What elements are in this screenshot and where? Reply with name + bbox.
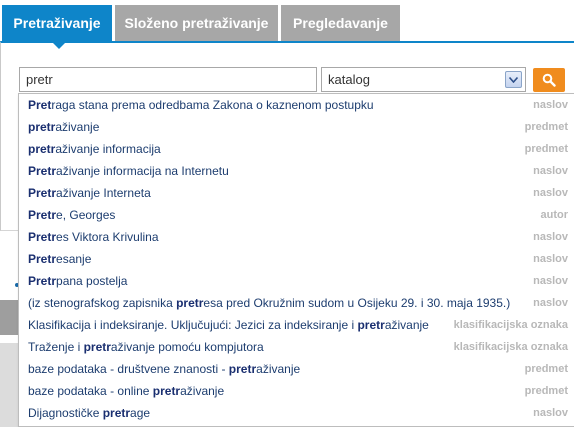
suggestion-text: (iz stenografskog zapisnika pretresa pre… xyxy=(28,296,510,310)
suggestion-suffix: aživanje informacija na Internetu xyxy=(56,164,229,178)
suggestion-match: Pretr xyxy=(28,186,57,200)
suggestion-prefix: Dijagnostičke xyxy=(28,406,103,420)
suggestion-text: Pretres Viktora Krivulina xyxy=(28,230,159,244)
background-thumbnail xyxy=(0,343,18,427)
suggestion-type: naslov xyxy=(531,94,568,116)
suggestion-suffix: age xyxy=(130,406,151,420)
suggestion-item[interactable]: baze podataka - društvene znanosti - pre… xyxy=(19,358,574,380)
suggestion-suffix: pana postelja xyxy=(56,274,128,288)
suggestion-type: autor xyxy=(538,204,568,226)
suggestion-type: naslov xyxy=(531,226,568,248)
suggestion-item[interactable]: Pretres Viktora Krivulina naslov xyxy=(19,226,574,248)
suggestion-type: naslov xyxy=(531,182,568,204)
suggestion-item[interactable]: Traženje i pretraživanje pomoću kompjuto… xyxy=(19,336,574,358)
suggestion-type: naslov xyxy=(531,402,568,424)
suggestion-text: baze podataka - društvene znanosti - pre… xyxy=(28,362,300,376)
suggestion-match: Pretr xyxy=(28,230,57,244)
suggestion-prefix: Traženje i xyxy=(28,340,84,354)
suggestion-match: Pretr xyxy=(28,252,57,266)
suggestion-text: Pretre, Georges xyxy=(28,208,115,222)
suggestion-type: klasifikacijska oznaka xyxy=(451,336,568,358)
suggestion-item[interactable]: baze podataka - online pretraživanje pred… xyxy=(19,380,574,402)
autocomplete-dropdown: Pretraga stana prema odredbama Zakona o … xyxy=(18,93,574,427)
suggestion-text: Pretrpana postelja xyxy=(28,274,127,288)
catalog-select-value: katalog xyxy=(328,72,370,87)
suggestion-item[interactable]: (iz stenografskog zapisnika pretresa pre… xyxy=(19,292,574,314)
suggestion-suffix: aživanje xyxy=(180,384,225,398)
chevron-down-icon[interactable] xyxy=(505,71,522,88)
suggestion-suffix: aživanje xyxy=(384,318,429,332)
suggestion-text: baze podataka - online pretraživanje xyxy=(28,384,224,398)
suggestion-type: predmet xyxy=(522,116,568,138)
suggestion-match: pretr xyxy=(83,340,111,354)
magnifier-icon xyxy=(542,73,556,87)
suggestion-text: Pretraživanje Interneta xyxy=(28,186,151,200)
suggestion-text: pretraživanje xyxy=(28,120,99,134)
suggestion-type: naslov xyxy=(531,292,568,314)
suggestion-prefix: baze podataka - društvene znanosti - xyxy=(28,362,229,376)
suggestion-suffix: esanje xyxy=(56,252,92,266)
tab-advanced-search[interactable]: Složeno pretraživanje xyxy=(115,5,278,41)
suggestion-item[interactable]: Pretraga stana prema odredbama Zakona o … xyxy=(19,94,574,116)
suggestion-suffix: aživanje xyxy=(55,120,100,134)
suggestion-suffix: aživanje informacija xyxy=(55,142,161,156)
suggestion-item[interactable]: Pretre, Georges autor xyxy=(19,204,574,226)
suggestion-prefix: Klasifikacija i indeksiranje. Uključujuć… xyxy=(28,318,358,332)
suggestion-type: klasifikacijska oznaka xyxy=(451,314,568,336)
suggestion-match: pretr xyxy=(152,384,181,398)
suggestion-match: pretr xyxy=(228,362,257,376)
suggestion-item[interactable]: Pretraživanje informacija na Internetu na… xyxy=(19,160,574,182)
tab-browse[interactable]: Pregledavanje xyxy=(281,5,400,41)
suggestion-text: Klasifikacija i indeksiranje. Uključujuć… xyxy=(28,318,429,332)
suggestion-type: naslov xyxy=(531,160,568,182)
suggestion-suffix: raga stana prema odredbama Zakona o kazn… xyxy=(51,98,374,112)
suggestion-suffix: aživanje pomoću kompjutora xyxy=(110,340,264,354)
suggestion-match: pretr xyxy=(357,318,385,332)
search-button[interactable] xyxy=(533,68,565,92)
suggestion-suffix: esa pred Okružnim sudom u Osijeku 29. i … xyxy=(203,296,511,310)
background-block xyxy=(0,300,18,335)
catalog-select[interactable]: katalog xyxy=(321,67,526,92)
suggestion-item[interactable]: pretraživanje predmet xyxy=(19,116,574,138)
suggestion-suffix: aživanje xyxy=(256,362,301,376)
suggestion-type: naslov xyxy=(531,248,568,270)
suggestion-match: Pretr xyxy=(28,208,57,222)
suggestion-type: predmet xyxy=(522,380,568,402)
suggestion-text: Pretresanje xyxy=(28,252,91,266)
suggestion-match: Pretr xyxy=(28,164,57,178)
search-tabs: Pretraživanje Složeno pretraživanje Preg… xyxy=(0,0,574,49)
suggestion-prefix: (iz stenografskog zapisnika xyxy=(28,296,177,310)
suggestion-item[interactable]: Pretresanje naslov xyxy=(19,248,574,270)
suggestion-item[interactable]: Pretrpana postelja naslov xyxy=(19,270,574,292)
suggestion-type: predmet xyxy=(522,358,568,380)
suggestion-text: Dijagnostičke pretrage xyxy=(28,406,150,420)
suggestion-item[interactable]: pretraživanje informacija predmet xyxy=(19,138,574,160)
search-input[interactable] xyxy=(19,67,317,92)
suggestion-item[interactable]: Dijagnostičke pretrage naslov xyxy=(19,402,574,424)
tab-search[interactable]: Pretraživanje xyxy=(2,5,112,41)
suggestion-text: Pretraživanje informacija na Internetu xyxy=(28,164,229,178)
suggestion-text: pretraživanje informacija xyxy=(28,142,161,156)
suggestion-type: naslov xyxy=(531,270,568,292)
suggestion-match: pretr xyxy=(28,142,56,156)
app-root: Pretraživanje Složeno pretraživanje Preg… xyxy=(0,0,574,427)
suggestion-suffix: aživanje Interneta xyxy=(56,186,151,200)
suggestion-suffix: es Viktora Krivulina xyxy=(56,230,159,244)
suggestion-item[interactable]: Klasifikacija i indeksiranje. Uključujuć… xyxy=(19,314,574,336)
suggestion-text: Pretraga stana prema odredbama Zakona o … xyxy=(28,98,374,112)
suggestion-match: pretr xyxy=(102,406,131,420)
suggestion-item[interactable]: Pretraživanje Interneta naslov xyxy=(19,182,574,204)
suggestion-match: Pret xyxy=(28,98,52,112)
suggestion-match: pretr xyxy=(28,120,56,134)
suggestion-type: predmet xyxy=(522,138,568,160)
suggestion-match: pretr xyxy=(176,296,204,310)
suggestion-text: Traženje i pretraživanje pomoću kompjuto… xyxy=(28,340,264,354)
suggestion-match: Pretr xyxy=(28,274,57,288)
suggestion-suffix: e, Georges xyxy=(56,208,116,222)
suggestion-prefix: baze podataka - online xyxy=(28,384,153,398)
